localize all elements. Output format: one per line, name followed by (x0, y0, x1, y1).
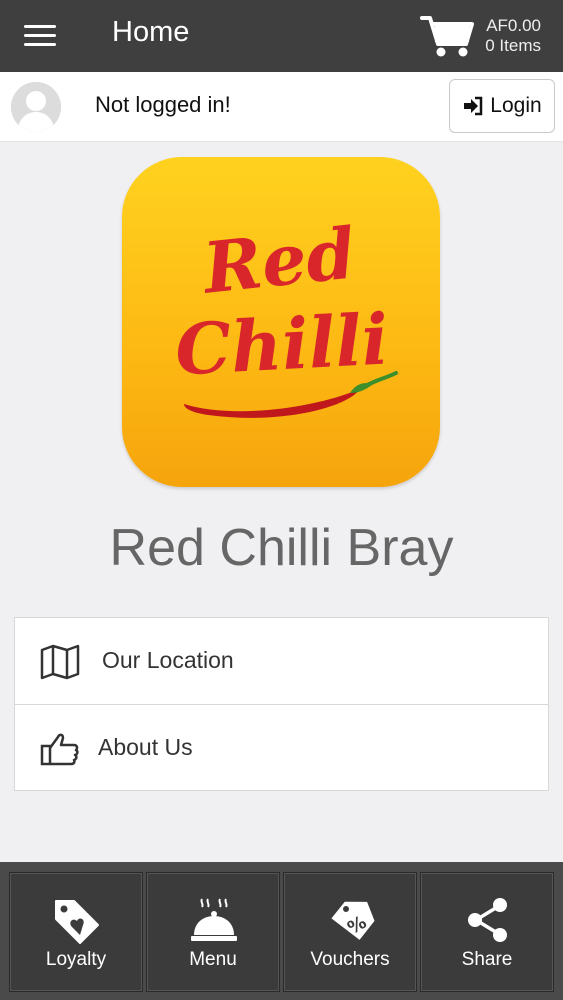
login-button-label: Login (490, 94, 542, 117)
tab-vouchers[interactable]: % Vouchers (283, 872, 417, 992)
cloche-icon (189, 895, 239, 945)
thumbs-up-icon (39, 729, 81, 769)
bottom-navigation: Loyalty Menu % Vouchers Share (0, 862, 563, 1000)
tab-label: Vouchers (310, 949, 390, 970)
tab-label: Loyalty (45, 949, 107, 970)
login-status-text: Not logged in! (95, 92, 231, 117)
heart-tag-icon (52, 895, 102, 945)
tab-label: Menu (189, 949, 237, 970)
list-item-label: Our Location (102, 647, 234, 673)
info-menu-list: Our Location About Us (14, 617, 549, 791)
share-icon (463, 895, 513, 945)
logo-text-chilli: Chilli (173, 297, 390, 391)
tab-share[interactable]: Share (420, 872, 554, 992)
restaurant-logo: Red Chilli (122, 157, 440, 487)
cart-icon[interactable] (420, 14, 474, 58)
hamburger-menu-icon[interactable] (24, 22, 58, 50)
tab-label: Share (461, 949, 513, 970)
tab-loyalty[interactable]: Loyalty (9, 872, 143, 992)
user-status-bar: Not logged in! Login (0, 72, 563, 142)
list-item-about-us[interactable]: About Us (15, 704, 548, 790)
avatar (11, 82, 61, 132)
top-app-bar: Home AF0.00 0 Items (0, 0, 563, 72)
cart-item-count: 0 Items (485, 36, 541, 55)
discount-tag-icon: % (326, 895, 376, 945)
logo-text-red: Red (198, 211, 359, 310)
map-icon (39, 642, 81, 682)
list-item-label: About Us (98, 734, 193, 760)
list-item-our-location[interactable]: Our Location (15, 618, 548, 704)
login-button[interactable]: Login (449, 79, 555, 133)
restaurant-name: Red Chilli Bray (109, 519, 454, 577)
page-title: Home (112, 16, 190, 48)
tab-menu[interactable]: Menu (146, 872, 280, 992)
sign-in-icon (464, 96, 483, 116)
cart-summary[interactable]: AF0.00 0 Items (485, 16, 541, 56)
cart-amount: AF0.00 (486, 16, 541, 35)
